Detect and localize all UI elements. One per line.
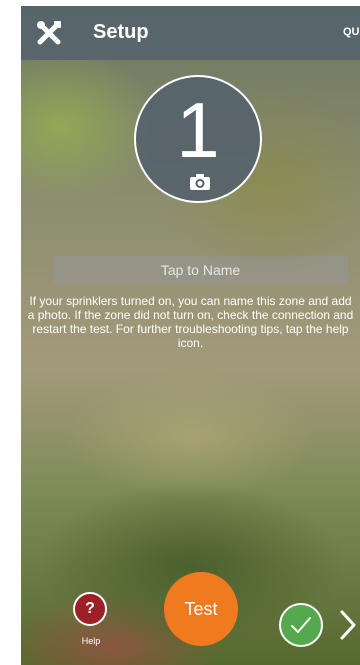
page-title: Setup: [93, 21, 149, 43]
instructions-text: If your sprinklers turned on, you can na…: [27, 294, 354, 350]
zone-number: 1: [176, 86, 220, 174]
tools-icon[interactable]: [35, 19, 63, 47]
top-bar: Setup QUI: [21, 6, 360, 60]
confirm-button[interactable]: [279, 603, 323, 647]
help-label: Help: [81, 636, 101, 646]
quit-button[interactable]: QUI: [343, 26, 360, 38]
help-icon: ?: [85, 600, 95, 617]
camera-icon: [189, 173, 211, 191]
test-button[interactable]: Test: [164, 572, 238, 646]
setup-screen: Setup QUI 1 If your sprinklers turned on…: [21, 6, 360, 665]
zone-photo-button[interactable]: 1: [134, 75, 262, 203]
check-icon: [289, 614, 313, 636]
help-button[interactable]: ?: [73, 592, 107, 626]
zone-name-input[interactable]: [53, 256, 348, 284]
chevron-right-icon[interactable]: [339, 609, 357, 641]
